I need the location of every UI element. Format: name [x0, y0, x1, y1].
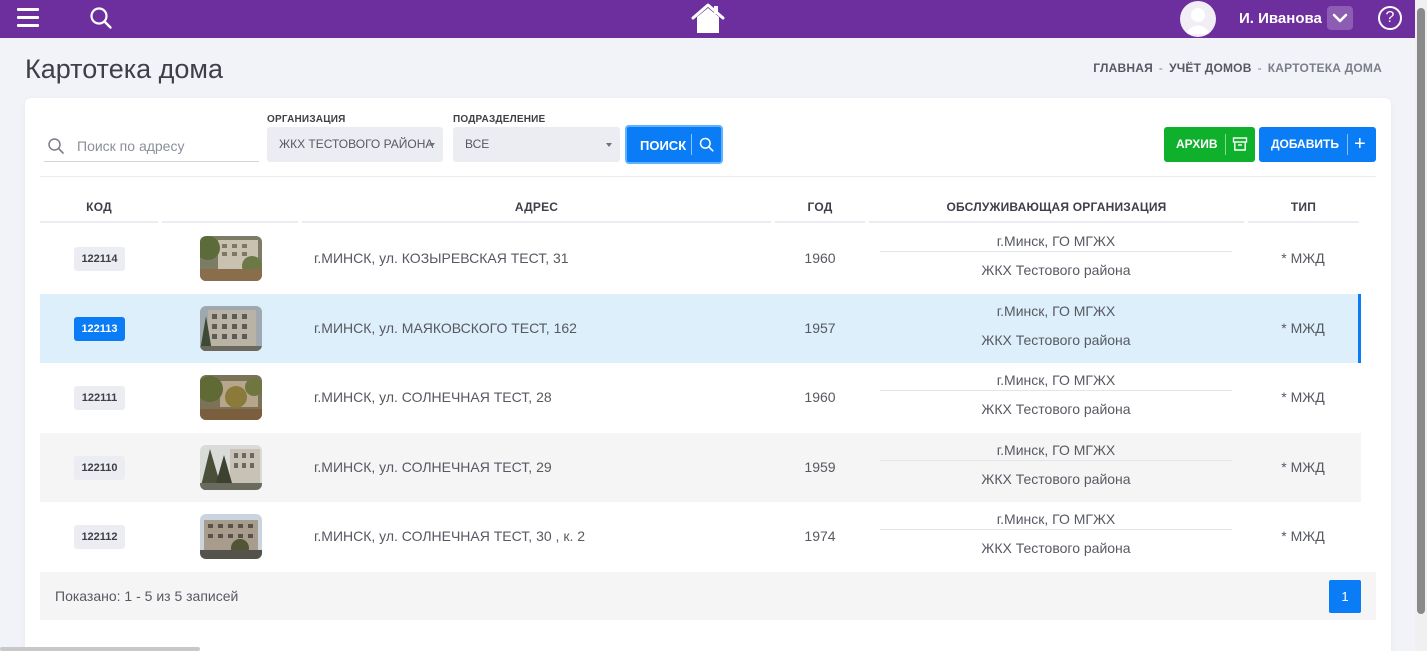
subdivision-value: ВСЕ: [465, 137, 490, 151]
search-button-label: ПОИСК: [640, 138, 687, 153]
house-code-badge[interactable]: 122111: [74, 386, 125, 410]
top-bar: И. Иванова ?: [0, 0, 1415, 38]
column-header-type[interactable]: ТИП: [1248, 190, 1359, 223]
chevron-down-icon[interactable]: [1327, 6, 1353, 30]
search-icon: [47, 137, 65, 155]
pagination-page-1[interactable]: 1: [1329, 580, 1361, 613]
home-icon[interactable]: [690, 2, 726, 35]
column-header-address[interactable]: АДРЕС: [302, 190, 771, 223]
address-search: [44, 131, 259, 162]
organization-parent: г.Минск, ГО МГЖХ: [880, 508, 1232, 530]
house-photo[interactable]: [200, 306, 262, 351]
house-code-badge[interactable]: 122110: [74, 456, 125, 480]
add-button-label: ДОБАВИТЬ: [1271, 137, 1339, 151]
service-organization: г.Минск, ГО МГЖХ ЖКХ Тестового района: [880, 294, 1232, 363]
archive-button-label: АРХИВ: [1176, 137, 1218, 151]
organization-parent: г.Минск, ГО МГЖХ: [880, 439, 1232, 461]
organization-select[interactable]: ЖКХ ТЕСТОВОГО РАЙОНА: [267, 127, 443, 162]
house-photo[interactable]: [200, 445, 262, 490]
house-year: 1959: [804, 459, 836, 475]
house-address: г.МИНСК, ул. СОЛНЕЧНАЯ ТЕСТ, 29: [314, 459, 552, 475]
breadcrumb-houses[interactable]: УЧЁТ ДОМОВ: [1169, 61, 1251, 75]
service-organization: г.Минск, ГО МГЖХ ЖКХ Тестового района: [880, 433, 1232, 502]
house-type: * МЖД: [1281, 250, 1325, 266]
avatar[interactable]: [1180, 1, 1216, 37]
page-title: Картотека дома: [25, 54, 224, 84]
service-organization: г.Минск, ГО МГЖХ ЖКХ Тестового района: [880, 502, 1232, 571]
house-code-badge[interactable]: 122113: [74, 317, 125, 341]
organization-name: ЖКХ Тестового района: [981, 262, 1131, 278]
button-divider: [691, 134, 692, 155]
button-divider: [1225, 134, 1226, 155]
house-type: * МЖД: [1281, 528, 1325, 544]
house-year: 1974: [804, 528, 836, 544]
table-row[interactable]: 122112 г.МИНСК, ул. СОЛНЕЧНАЯ ТЕСТ, 30 ,…: [40, 502, 1361, 571]
user-name[interactable]: И. Иванова: [1239, 10, 1322, 27]
table-header: КОД АДРЕС ГОД ОБСЛУЖИВАЮЩАЯ ОРГАНИЗАЦИЯ …: [40, 190, 1361, 224]
house-address: г.МИНСК, ул. СОЛНЕЧНАЯ ТЕСТ, 30 , к. 2: [314, 528, 586, 544]
table-row[interactable]: 122111 г.МИНСК, ул. СОЛНЕЧНАЯ ТЕСТ, 28 1…: [40, 363, 1361, 432]
table-row[interactable]: 122110 г.МИНСК, ул. СОЛНЕЧНАЯ ТЕСТ, 29 1…: [40, 433, 1361, 502]
search-icon[interactable]: [89, 6, 113, 30]
subdivision-label: ПОДРАЗДЕЛЕНИЕ: [453, 114, 546, 125]
house-photo[interactable]: [200, 375, 262, 420]
scrollbar-thumb[interactable]: [1417, 8, 1425, 614]
breadcrumb: ГЛАВНАЯ - УЧЁТ ДОМОВ - КАРТОТЕКА ДОМА: [1093, 61, 1382, 75]
table-row[interactable]: 122114 г.МИНСК, ул. КОЗЫРЕВСКАЯ ТЕСТ, 31…: [40, 224, 1361, 293]
organization-label: ОРГАНИЗАЦИЯ: [267, 114, 346, 125]
breadcrumb-current: КАРТОТЕКА ДОМА: [1267, 61, 1382, 75]
house-type: * МЖД: [1281, 459, 1325, 475]
help-icon[interactable]: ?: [1378, 6, 1402, 30]
records-info: Показано: 1 - 5 из 5 записей: [55, 588, 239, 604]
organization-name: ЖКХ Тестового района: [981, 401, 1131, 417]
organization-name: ЖКХ Тестового района: [981, 540, 1131, 556]
search-button[interactable]: ПОИСК: [625, 125, 723, 164]
caret-down-icon: [606, 143, 612, 147]
breadcrumb-home[interactable]: ГЛАВНАЯ: [1093, 61, 1153, 75]
house-address: г.МИНСК, ул. МАЯКОВСКОГО ТЕСТ, 162: [314, 320, 577, 336]
add-button[interactable]: ДОБАВИТЬ +: [1259, 127, 1376, 162]
breadcrumb-separator: -: [1257, 61, 1262, 75]
service-organization: г.Минск, ГО МГЖХ ЖКХ Тестового района: [880, 363, 1232, 432]
house-photo[interactable]: [200, 514, 262, 559]
organization-parent: г.Минск, ГО МГЖХ: [880, 369, 1232, 391]
hamburger-icon[interactable]: [17, 8, 39, 28]
house-year: 1957: [804, 320, 836, 336]
caret-down-icon: [429, 143, 435, 147]
archive-button[interactable]: АРХИВ: [1164, 127, 1255, 162]
table-footer: Показано: 1 - 5 из 5 записей 1: [40, 572, 1376, 620]
organization-parent: г.Минск, ГО МГЖХ: [880, 230, 1232, 252]
house-address: г.МИНСК, ул. КОЗЫРЕВСКАЯ ТЕСТ, 31: [314, 250, 569, 266]
divider: [40, 176, 1376, 177]
column-header-year[interactable]: ГОД: [775, 190, 865, 223]
horizontal-scrollbar[interactable]: [0, 647, 200, 651]
service-organization: г.Минск, ГО МГЖХ ЖКХ Тестового района: [880, 224, 1232, 293]
selection-indicator: [1358, 294, 1361, 363]
house-photo[interactable]: [200, 236, 262, 281]
house-year: 1960: [804, 389, 836, 405]
organization-name: ЖКХ Тестового района: [981, 332, 1131, 348]
archive-icon: [1232, 136, 1248, 152]
house-code-badge[interactable]: 122114: [74, 247, 125, 271]
button-divider: [1347, 134, 1348, 155]
house-address: г.МИНСК, ул. СОЛНЕЧНАЯ ТЕСТ, 28: [314, 389, 552, 405]
organization-parent: г.Минск, ГО МГЖХ: [996, 303, 1116, 319]
table-row-selected[interactable]: 122113 г.МИНСК, ул. МАЯКОВСКОГО ТЕСТ, 16…: [40, 294, 1361, 363]
vertical-scrollbar[interactable]: [1415, 0, 1427, 651]
house-type: * МЖД: [1281, 389, 1325, 405]
column-header-photo: [162, 190, 298, 223]
column-header-organization[interactable]: ОБСЛУЖИВАЮЩАЯ ОРГАНИЗАЦИЯ: [869, 190, 1244, 223]
search-icon: [699, 137, 714, 152]
house-year: 1960: [804, 250, 836, 266]
house-type: * МЖД: [1281, 320, 1325, 336]
column-header-code[interactable]: КОД: [40, 190, 158, 223]
search-input[interactable]: [77, 134, 255, 158]
organization-name: ЖКХ Тестового района: [981, 471, 1131, 487]
breadcrumb-separator: -: [1158, 61, 1164, 75]
subdivision-select[interactable]: ВСЕ: [453, 127, 620, 162]
house-code-badge[interactable]: 122112: [74, 525, 125, 549]
plus-icon: +: [1354, 133, 1366, 155]
organization-value: ЖКХ ТЕСТОВОГО РАЙОНА: [279, 137, 434, 151]
